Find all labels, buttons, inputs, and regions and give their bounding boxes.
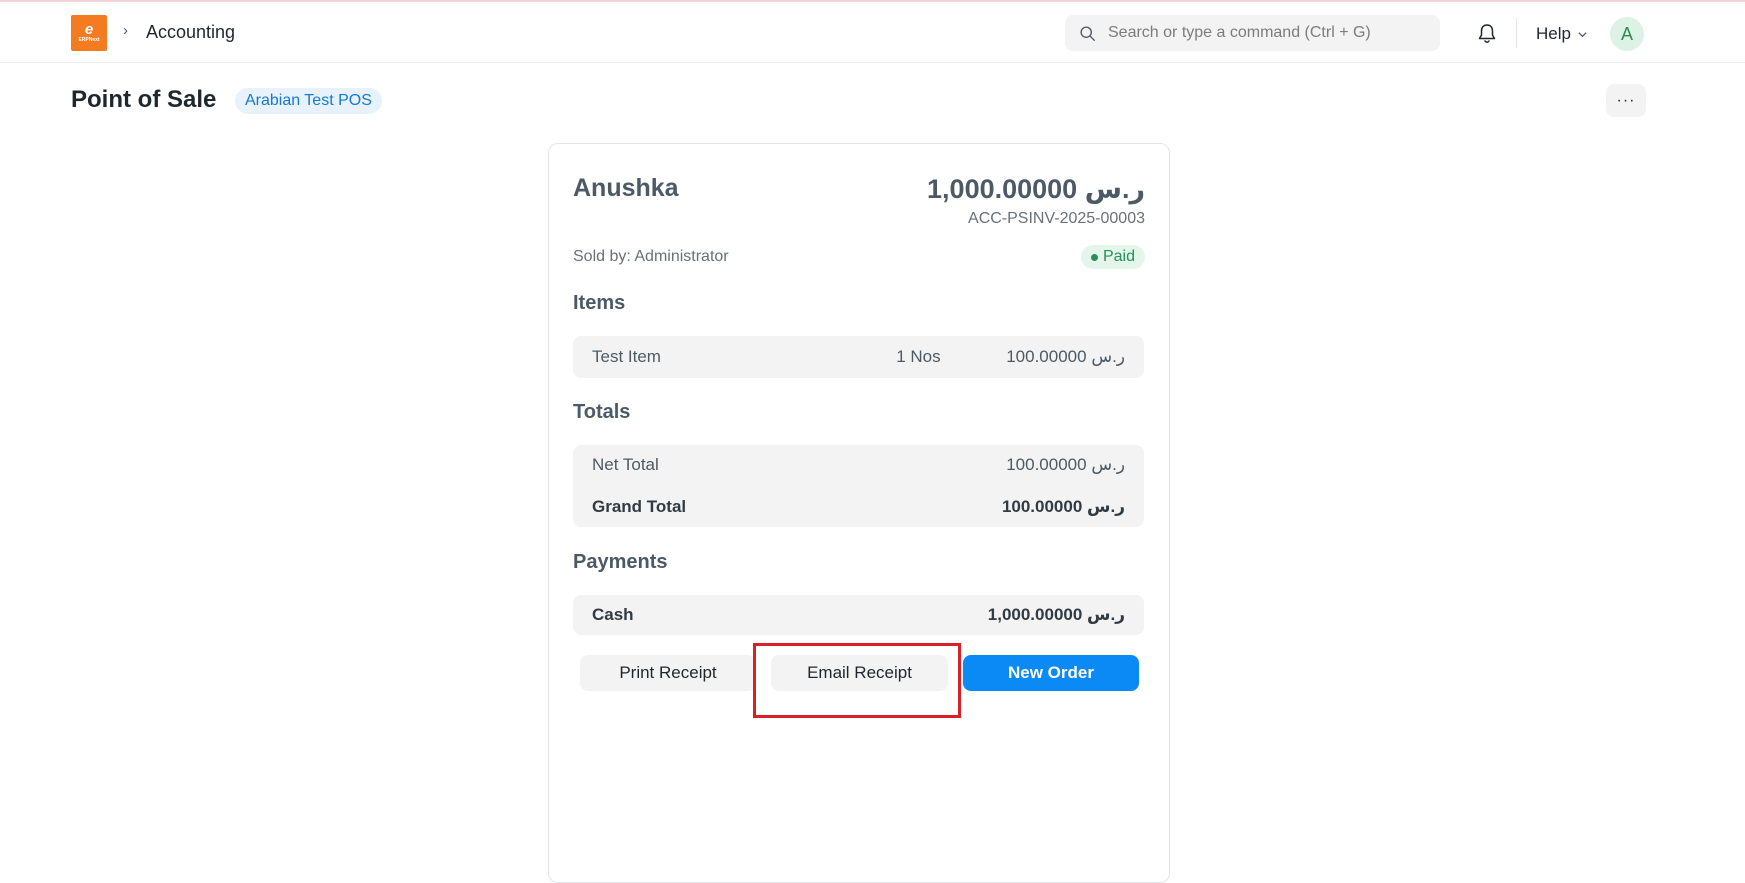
status-badge: Paid — [1080, 245, 1145, 269]
search-input[interactable] — [1108, 24, 1428, 42]
breadcrumb-accounting[interactable]: Accounting — [146, 22, 235, 43]
grand-total-row: Grand Total 100.00000 ر.س — [592, 497, 1125, 517]
navbar: e ERPNext › Accounting Help A — [0, 2, 1745, 63]
grand-total-value: 100.00000 ر.س — [1001, 497, 1125, 516]
email-receipt-button[interactable]: Email Receipt — [771, 655, 948, 691]
items-heading: Items — [573, 292, 626, 314]
item-qty: 1 Nos — [896, 347, 941, 366]
notification-bell-icon[interactable] — [1477, 23, 1497, 45]
net-total-label: Net Total — [592, 455, 659, 474]
search-bar[interactable] — [1065, 15, 1440, 51]
payment-amount: 1,000.00000 ر.س — [987, 605, 1125, 624]
more-options-button[interactable]: ··· — [1606, 84, 1646, 117]
customer-name: Anushka — [573, 174, 679, 202]
invoice-summary-card: Anushka 1,000.00000 ر.س ACC-PSINV-2025-0… — [548, 143, 1170, 883]
net-total-value: 100.00000 ر.س — [1006, 455, 1125, 474]
item-name: Test Item — [592, 347, 661, 366]
print-receipt-button[interactable]: Print Receipt — [580, 655, 756, 691]
pos-profile-badge: Arabian Test POS — [235, 88, 382, 114]
totals-panel: Net Total 100.00000 ر.س Grand Total 100.… — [573, 445, 1144, 527]
invoice-number: ACC-PSINV-2025-00003 — [968, 210, 1145, 227]
grand-total-label: Grand Total — [592, 497, 687, 516]
payments-list: Cash 1,000.00000 ر.س — [573, 595, 1144, 635]
app-logo[interactable]: e ERPNext — [71, 15, 107, 51]
new-order-button[interactable]: New Order — [963, 655, 1139, 691]
sold-by: Sold by: Administrator — [573, 248, 729, 265]
chevron-right-icon: › — [123, 22, 128, 39]
logo-glyph-icon: e — [84, 20, 94, 38]
chevron-down-icon — [1578, 31, 1587, 37]
payments-heading: Payments — [573, 551, 668, 573]
net-total-row: Net Total 100.00000 ر.س — [592, 455, 1125, 475]
items-list: Test Item 1 Nos 100.00000 ر.س — [573, 336, 1144, 378]
invoice-amount: 1,000.00000 ر.س — [927, 174, 1145, 204]
user-avatar[interactable]: A — [1610, 17, 1644, 51]
payment-mode: Cash — [592, 605, 634, 624]
item-rate: 100.00000 ر.س — [1006, 347, 1125, 366]
navbar-divider — [1516, 18, 1517, 48]
search-icon — [1080, 25, 1095, 41]
list-item: Test Item 1 Nos 100.00000 ر.س — [592, 347, 1125, 367]
help-label: Help — [1536, 24, 1571, 43]
totals-heading: Totals — [573, 401, 631, 423]
page-title: Point of Sale — [71, 86, 217, 113]
help-dropdown[interactable]: Help — [1536, 24, 1588, 44]
payment-row: Cash 1,000.00000 ر.س — [592, 605, 1125, 625]
logo-text: ERPNext — [78, 36, 100, 43]
